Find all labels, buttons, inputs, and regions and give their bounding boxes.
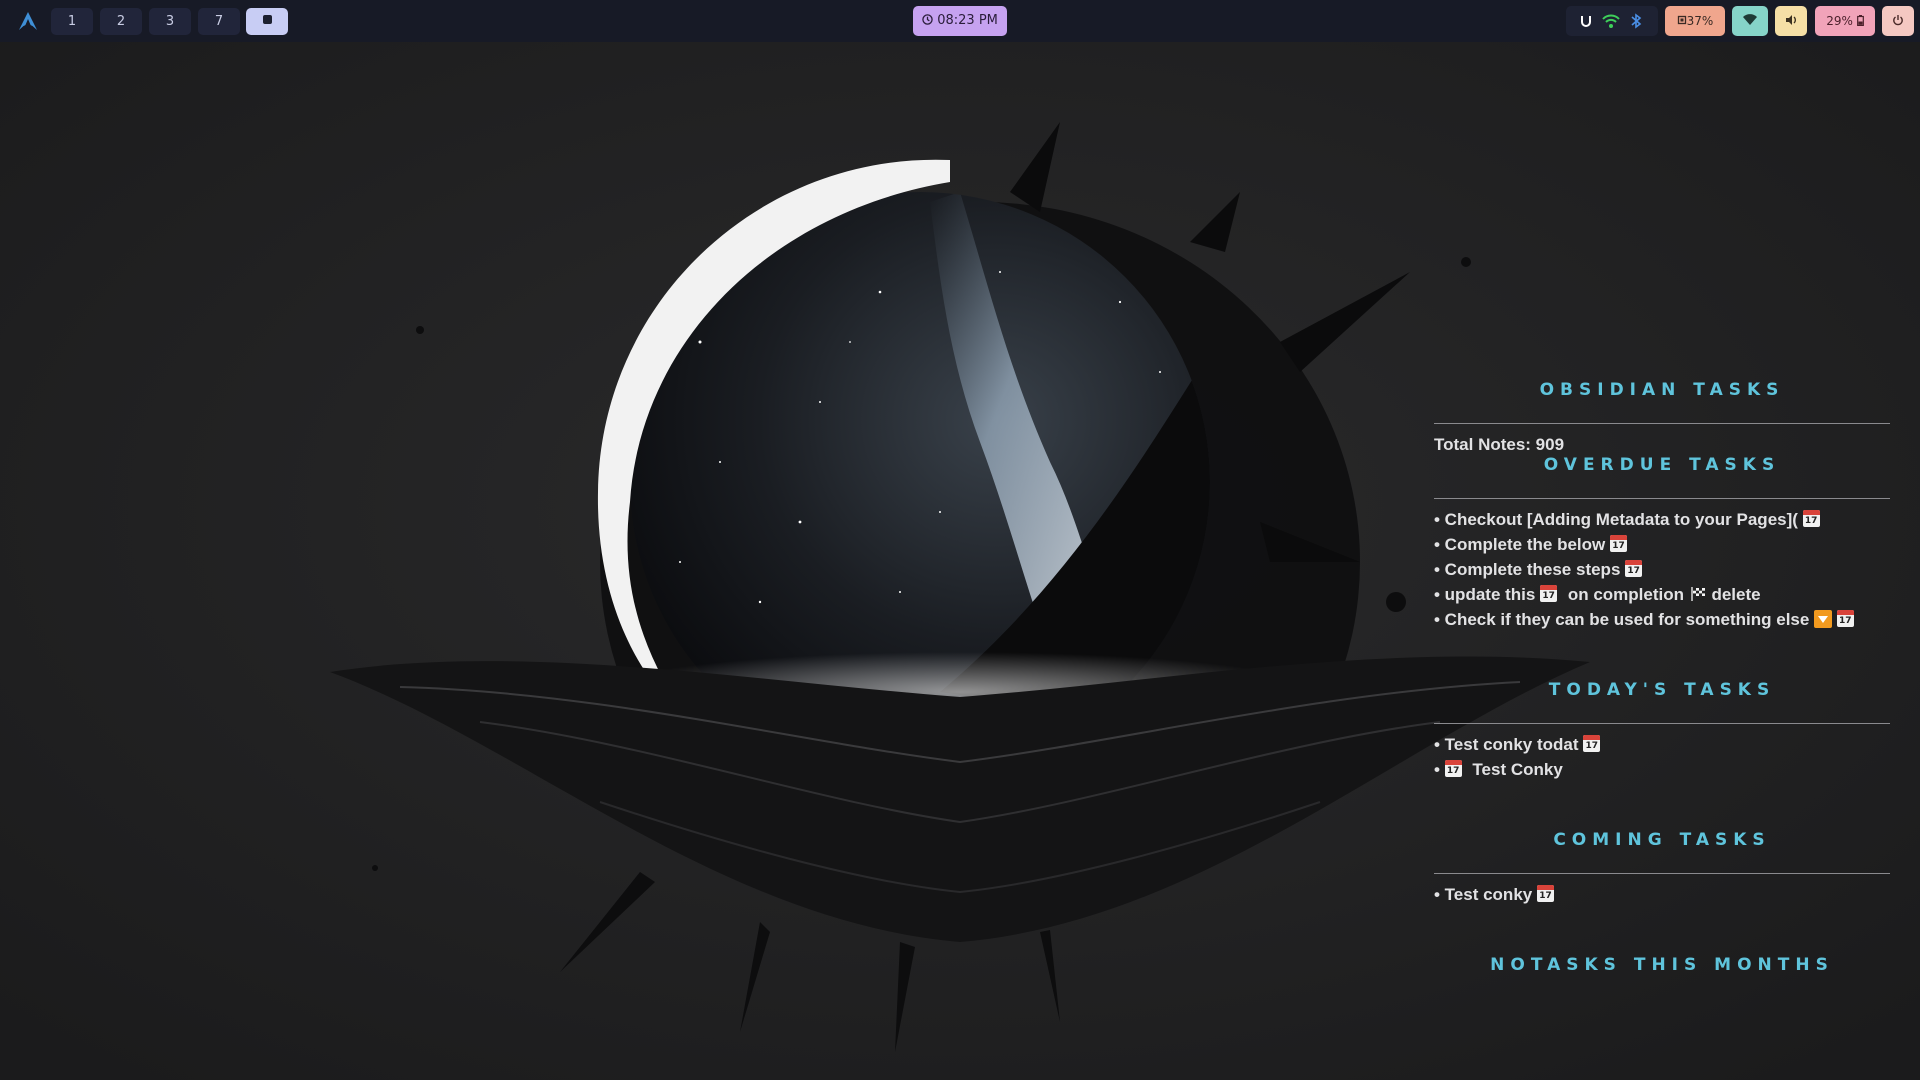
network-widget[interactable] [1732, 6, 1768, 36]
calendar-icon [1625, 560, 1643, 578]
clock-time: 08:23 PM [937, 13, 998, 28]
today-task-item: • Test conky todat [1434, 735, 1601, 755]
monthly-tasks-title: NOTASKS THIS MONTHS [1490, 955, 1834, 975]
divider [1434, 498, 1890, 499]
task-text: • Test conky [1434, 885, 1533, 904]
todays-tasks-title: TODAY'S TASKS [1548, 680, 1776, 700]
clock-widget[interactable]: 08:23 PM [913, 6, 1007, 36]
task-text: • Check if they can be used for somethin… [1434, 610, 1810, 629]
power-icon [1893, 15, 1903, 26]
workspace-7-button[interactable]: 7 [198, 8, 240, 35]
coming-task-item: • Test conky [1434, 885, 1554, 905]
calendar-icon [1536, 885, 1554, 903]
divider [1434, 873, 1890, 874]
overdue-task-item: • Checkout [Adding Metadata to your Page… [1434, 510, 1820, 530]
overdue-task-item: • update this on completion delete [1434, 585, 1761, 605]
calendar-icon [1444, 760, 1462, 778]
task-text: • Test conky todat [1434, 735, 1579, 754]
workspace-2-button[interactable]: 2 [100, 8, 142, 35]
battery-value: 29% [1826, 14, 1853, 28]
divider [1434, 423, 1890, 424]
battery-icon [1856, 14, 1864, 26]
power-button[interactable] [1882, 6, 1914, 36]
today-task-item: • Test Conky [1434, 760, 1563, 780]
cpu-usage-widget[interactable]: 37% [1665, 6, 1725, 36]
task-text: • Complete the below [1434, 535, 1606, 554]
task-text: • update this [1434, 585, 1536, 604]
top-bar: 1 2 3 7 08:23 PM 37% 29% [0, 0, 1920, 42]
cpu-usage-value: 37% [1686, 14, 1714, 28]
active-workspace-button[interactable] [246, 8, 288, 35]
arch-logo-icon[interactable] [16, 9, 40, 33]
overdue-task-item: • Check if they can be used for somethin… [1434, 609, 1854, 630]
wifi-icon [1743, 14, 1757, 25]
calendar-icon [1836, 610, 1854, 628]
task-text: on completion [1567, 585, 1684, 604]
battery-widget[interactable]: 29% [1815, 6, 1875, 36]
overdue-task-item: • Complete the below [1434, 535, 1627, 555]
panel-title: OBSIDIAN TASKS [1539, 380, 1785, 400]
clock-icon [922, 13, 933, 25]
task-bullet: • [1434, 760, 1440, 779]
total-notes-count: Total Notes: 909 [1434, 435, 1565, 454]
bluetooth-icon[interactable] [1630, 13, 1642, 29]
priority-down-icon [1814, 609, 1833, 628]
speaker-icon [1785, 15, 1796, 25]
volume-widget[interactable] [1775, 6, 1807, 36]
divider [1434, 723, 1890, 724]
wifi-icon[interactable] [1602, 13, 1620, 29]
overdue-task-item: • Complete these steps [1434, 560, 1643, 580]
headset-icon[interactable] [1578, 13, 1594, 29]
task-text: • Complete these steps [1434, 560, 1621, 579]
task-text: Test Conky [1472, 760, 1563, 779]
calendar-icon [1583, 735, 1601, 753]
workspace-1-button[interactable]: 1 [51, 8, 93, 35]
calendar-icon [1802, 510, 1820, 528]
active-workspace-indicator-icon [262, 15, 272, 24]
workspace-3-button[interactable]: 3 [149, 8, 191, 35]
task-text: • Checkout [Adding Metadata to your Page… [1434, 510, 1798, 529]
system-tray [1566, 6, 1658, 36]
cpu-icon [1677, 15, 1686, 25]
overdue-tasks-title: OVERDUE TASKS [1543, 455, 1781, 475]
coming-tasks-title: COMING TASKS [1553, 830, 1771, 850]
task-text: delete [1711, 585, 1761, 604]
calendar-icon [1540, 585, 1558, 603]
calendar-icon [1609, 535, 1627, 553]
checkered-flag-icon [1690, 586, 1705, 601]
